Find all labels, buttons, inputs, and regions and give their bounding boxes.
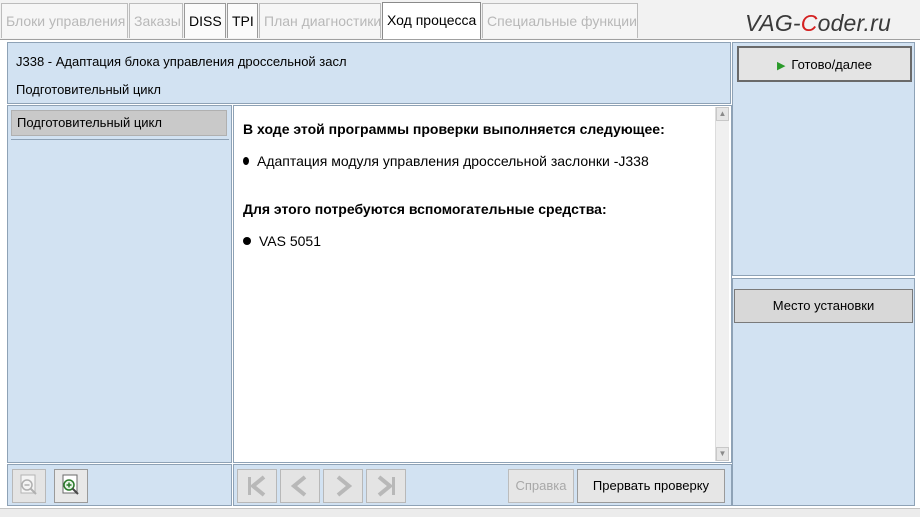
- zoom-in-icon[interactable]: [54, 469, 88, 503]
- navigation-toolbar: Справка Прервать проверку: [233, 464, 732, 506]
- page-subtitle: Подготовительный цикл: [16, 82, 161, 97]
- tab-control-units: Блоки управления: [1, 3, 128, 38]
- tab-bar: Блоки управления Заказы DISS TPI План ди…: [0, 0, 920, 40]
- next-icon[interactable]: [323, 469, 363, 503]
- content-list-item: VAS 5051: [243, 233, 321, 249]
- divider: [11, 139, 229, 140]
- next-button[interactable]: ▶ Готово/далее: [737, 46, 912, 82]
- scroll-down-icon[interactable]: ▼: [716, 447, 729, 461]
- bullet-icon: [243, 237, 251, 245]
- step-list-panel: Подготовительный цикл: [7, 105, 232, 463]
- tab-diagnostic-plan: План диагностики: [259, 3, 381, 38]
- last-page-icon[interactable]: [366, 469, 406, 503]
- vertical-scrollbar[interactable]: ▲ ▼: [715, 107, 729, 461]
- tab-special-functions: Специальные функции: [482, 3, 638, 38]
- first-page-icon[interactable]: [237, 469, 277, 503]
- bullet-icon: [243, 157, 249, 165]
- page-title: J338 - Адаптация блока управления дроссе…: [16, 54, 347, 69]
- previous-icon[interactable]: [280, 469, 320, 503]
- status-strip: [0, 508, 920, 517]
- zoom-out-icon[interactable]: [12, 469, 46, 503]
- installation-location-button[interactable]: Место установки: [734, 289, 913, 323]
- content-panel: В ходе этой программы проверки выполняет…: [233, 105, 732, 463]
- play-icon: ▶: [776, 60, 786, 72]
- scroll-up-icon[interactable]: ▲: [716, 107, 729, 121]
- content-list-item: Адаптация модуля управления дроссельной …: [243, 153, 649, 169]
- action-panel: ▶ Готово/далее: [732, 42, 915, 276]
- help-button[interactable]: Справка: [508, 469, 574, 503]
- tab-process[interactable]: Ход процесса: [382, 2, 481, 39]
- tab-tpi[interactable]: TPI: [227, 3, 258, 38]
- step-list-item[interactable]: Подготовительный цикл: [11, 110, 227, 136]
- content-heading: В ходе этой программы проверки выполняет…: [243, 121, 665, 137]
- header-panel: J338 - Адаптация блока управления дроссе…: [7, 42, 731, 104]
- watermark-logo: VAG-Coder.ru: [745, 10, 891, 36]
- tab-diss[interactable]: DISS: [184, 3, 226, 38]
- info-panel: Место установки: [732, 278, 915, 506]
- content-heading: Для этого потребуются вспомогательные ср…: [243, 201, 607, 217]
- zoom-toolbar: [7, 464, 232, 506]
- tab-orders: Заказы: [129, 3, 183, 38]
- abort-test-button[interactable]: Прервать проверку: [577, 469, 725, 503]
